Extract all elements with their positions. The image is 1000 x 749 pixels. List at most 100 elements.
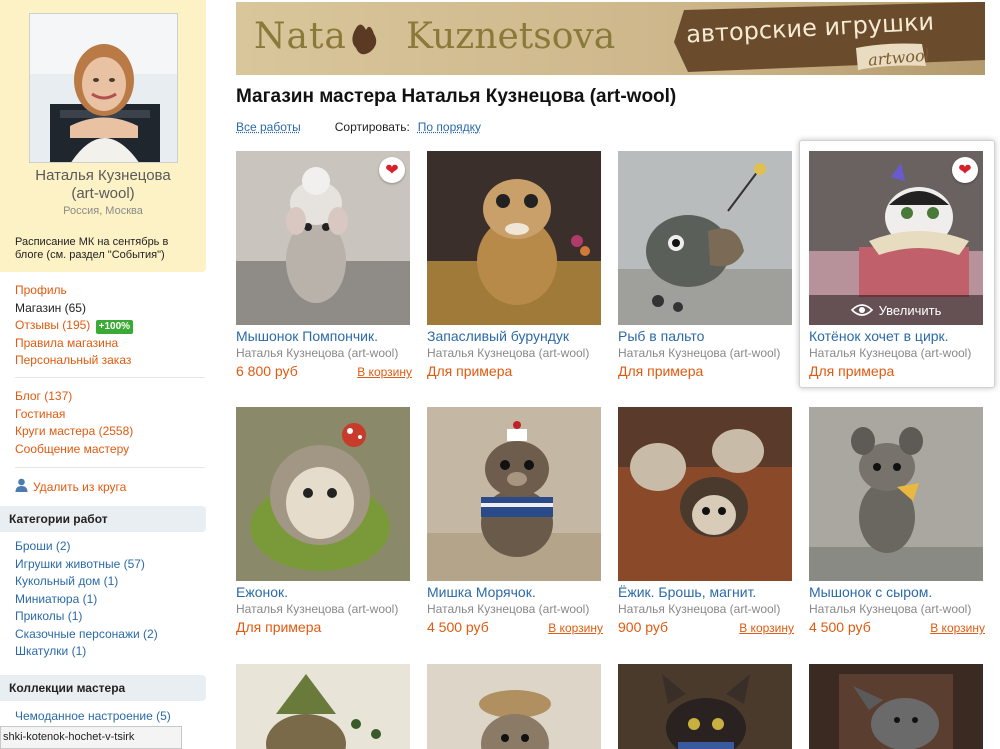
product-title[interactable]: Рыб в пальто [618,328,704,344]
add-to-cart-link[interactable]: В корзину [357,365,412,379]
product-image[interactable] [809,664,983,749]
banner-logo-left: Nata [254,16,347,57]
sort-order-dropdown[interactable]: По порядку [418,120,481,134]
product-title[interactable]: Мышонок с сыром. [809,584,932,600]
master-profile-card: Наталья Кузнецова (art-wool) Россия, Мос… [0,0,206,272]
product-price: 4 500 руб [809,619,871,635]
nav-shop[interactable]: Магазин (65) [15,300,133,318]
profile-announcement: Расписание МК на сентябрь в блоге (см. р… [15,236,169,261]
product-title[interactable]: Запасливый бурундук [427,328,569,344]
product-card[interactable] [618,664,794,749]
nav-reviews-row: Отзывы (195) +100% [15,317,134,335]
product-image[interactable] [809,407,983,581]
add-to-cart-link[interactable]: В корзину [930,621,985,635]
product-image[interactable] [427,664,601,749]
unfollow-button[interactable]: Удалить из круга [15,478,126,495]
favorite-heart-icon[interactable]: ❤ [379,157,405,183]
nav-profile[interactable]: Профиль [15,282,133,300]
product-card[interactable]: Запасливый бурундук Наталья Кузнецова (a… [427,151,603,391]
product-title[interactable]: Мышонок Помпончик. [236,328,378,344]
add-to-cart-link[interactable]: В корзину [739,621,794,635]
nav-shop-rules[interactable]: Правила магазина [15,335,133,353]
product-author: Наталья Кузнецова (art-wool) [427,602,590,616]
product-author: Наталья Кузнецова (art-wool) [427,346,590,360]
category-item[interactable]: Приколы (1) [15,608,158,626]
banner-logo-right: Kuznetsova [406,16,616,57]
categories-heading: Категории работ [0,506,206,532]
category-item[interactable]: Шкатулки (1) [15,643,158,661]
reviews-rating-badge: +100% [95,320,134,334]
collection-item[interactable]: Чемоданное настроение (5) [15,708,171,726]
product-author: Наталья Кузнецова (art-wool) [809,602,972,616]
product-image[interactable] [236,407,410,581]
eye-icon [850,303,873,317]
product-image[interactable] [618,151,792,325]
product-image[interactable] [427,407,601,581]
zoom-label: Увеличить [878,302,942,318]
category-item[interactable]: Кукольный дом (1) [15,573,158,591]
product-card[interactable]: Ежонок. Наталья Кузнецова (art-wool) Для… [236,407,412,647]
sort-label: Сортировать: [334,120,410,134]
categories-list: Броши (2) Игрушки животные (57) Кукольны… [15,538,158,661]
product-card[interactable]: Рыб в пальто Наталья Кузнецова (art-wool… [618,151,794,391]
shop-banner[interactable]: Nata Kuznetsova авторские игрушки artwoo… [236,2,985,75]
add-to-cart-link[interactable]: В корзину [548,621,603,635]
master-name-line1: Наталья Кузнецова [35,167,171,184]
product-image[interactable] [618,664,792,749]
product-card[interactable]: ❤ Мышонок Помпончик. Наталья Кузнецова (… [236,151,412,391]
zoom-button[interactable]: Увеличить [809,295,983,325]
product-author: Наталья Кузнецова (art-wool) [618,602,781,616]
product-title[interactable]: Мишка Морячок. [427,584,536,600]
product-price: Для примера [427,363,513,379]
category-item[interactable]: Миниатюра (1) [15,591,158,609]
product-author: Наталья Кузнецова (art-wool) [236,602,399,616]
all-works-link[interactable]: Все работы [236,120,301,134]
nav-circles[interactable]: Круги мастера (2558) [15,423,133,441]
master-name: Наталья Кузнецова (art-wool) [0,167,206,203]
unfollow-label: Удалить из круга [33,479,127,494]
product-image[interactable]: ❤ [236,151,410,325]
nav-message-master[interactable]: Сообщение мастеру [15,441,133,459]
product-price: 6 800 руб [236,363,298,379]
master-avatar[interactable] [29,13,178,163]
product-price: 900 руб [618,619,669,635]
shop-nav: Профиль Магазин (65) Отзывы (195) +100% … [15,282,134,370]
product-card[interactable]: ❤ Увеличить Котёнок хочет в цирк. Наталь… [809,151,985,391]
product-author: Наталья Кузнецова (art-wool) [809,346,972,360]
page-title: Магазин мастера Наталья Кузнецова (art-w… [236,86,677,107]
product-price: Для примера [236,619,322,635]
product-card[interactable]: Ёжик. Брошь, магнит. Наталья Кузнецова (… [618,407,794,647]
product-card[interactable] [427,664,603,749]
category-item[interactable]: Сказочные персонажи (2) [15,626,158,644]
product-card[interactable]: Мишка Морячок. Наталья Кузнецова (art-wo… [427,407,603,647]
browser-status-bar: shki-kotenok-hochet-v-tsirk [0,726,182,749]
product-card[interactable]: Мышонок с сыром. Наталья Кузнецова (art-… [809,407,985,647]
nav-blog[interactable]: Блог (137) [15,388,133,406]
product-card[interactable] [809,664,985,749]
master-name-line2: (art-wool) [71,185,135,202]
user-icon [15,478,28,495]
sidebar-divider [15,467,205,468]
category-item[interactable]: Броши (2) [15,538,158,556]
product-card[interactable] [236,664,412,749]
nav-reviews[interactable]: Отзывы (195) [15,318,90,332]
category-item[interactable]: Игрушки животные (57) [15,556,158,574]
nav-custom-order[interactable]: Персональный заказ [15,352,133,370]
product-image[interactable] [427,151,601,325]
product-title[interactable]: Котёнок хочет в цирк. [809,328,949,344]
master-location: Россия, Москва [63,205,143,217]
product-price: Для примера [809,363,895,379]
listing-toolbar: Все работы Сортировать: По порядку [236,120,481,134]
collections-list: Чемоданное настроение (5) [15,708,171,726]
product-title[interactable]: Ежонок. [236,584,288,600]
favorite-heart-icon[interactable]: ❤ [952,157,978,183]
product-author: Наталья Кузнецова (art-wool) [618,346,781,360]
product-image[interactable] [618,407,792,581]
sidebar-divider [15,377,205,378]
community-nav: Блог (137) Гостиная Круги мастера (2558)… [15,388,133,458]
product-title[interactable]: Ёжик. Брошь, магнит. [618,584,756,600]
nav-guestroom[interactable]: Гостиная [15,406,133,424]
product-author: Наталья Кузнецова (art-wool) [236,346,399,360]
product-image[interactable]: ❤ Увеличить [809,151,983,325]
product-image[interactable] [236,664,410,749]
